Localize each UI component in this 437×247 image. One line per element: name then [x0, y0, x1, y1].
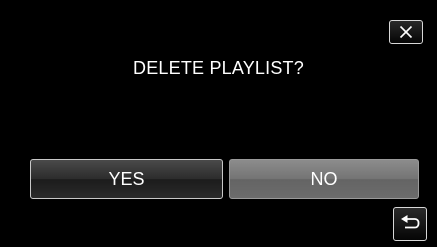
delete-playlist-dialog: DELETE PLAYLIST? YES NO: [0, 0, 437, 247]
no-button[interactable]: NO: [229, 159, 419, 199]
dialog-prompt: DELETE PLAYLIST?: [133, 58, 304, 78]
back-button[interactable]: [393, 207, 427, 241]
close-icon: [399, 25, 413, 39]
return-arrow-icon: [400, 215, 420, 233]
yes-button[interactable]: YES: [30, 159, 223, 199]
close-button[interactable]: [389, 20, 423, 44]
yes-button-label: YES: [108, 168, 145, 189]
no-button-label: NO: [310, 168, 338, 189]
